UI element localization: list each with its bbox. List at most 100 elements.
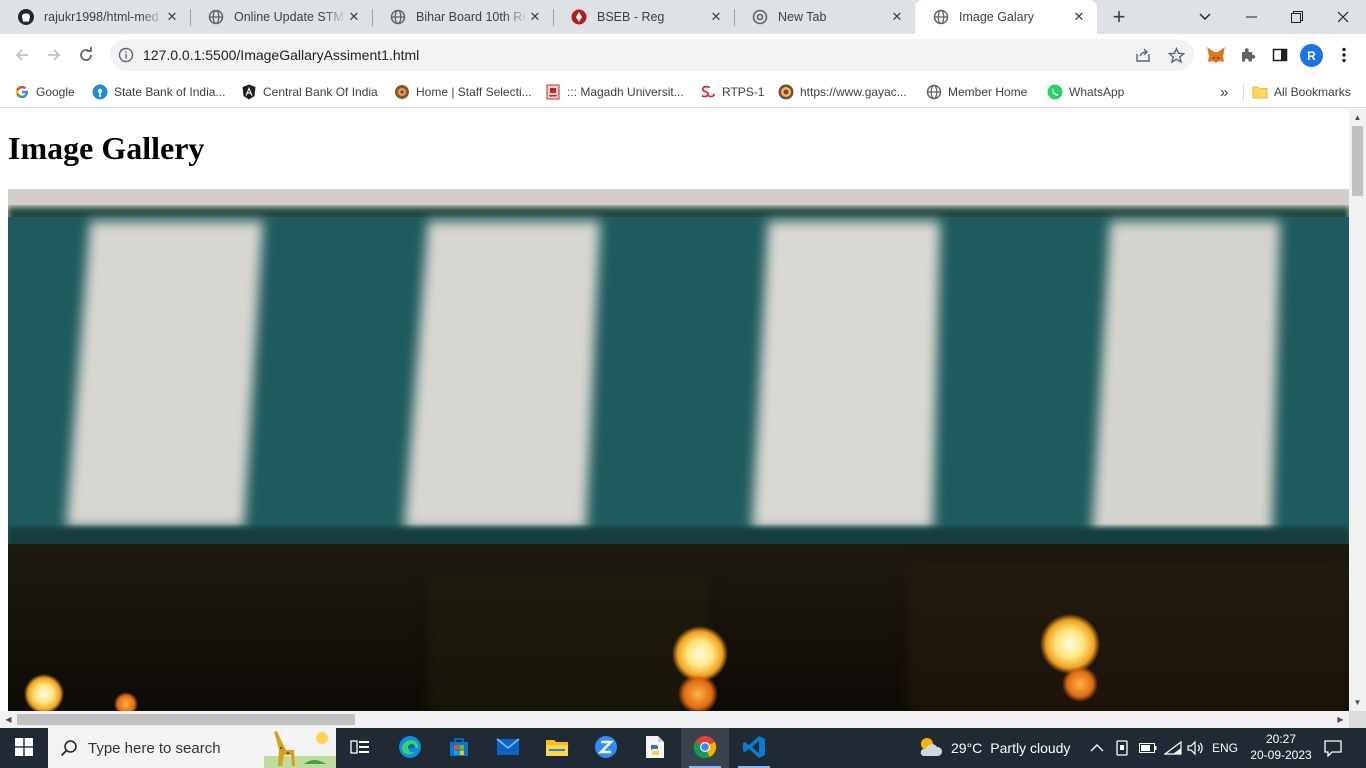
- close-window-button[interactable]: [1320, 0, 1366, 34]
- scroll-down-arrow-icon[interactable]: ▼: [1349, 694, 1366, 711]
- bookmark-label: Home | Staff Selecti...: [416, 85, 532, 99]
- all-bookmarks-folder[interactable]: All Bookmarks: [1252, 82, 1351, 102]
- globe-icon: [933, 9, 949, 25]
- menu-kebab-icon[interactable]: [1334, 45, 1354, 65]
- side-panel-icon[interactable]: [1270, 45, 1290, 65]
- restore-button[interactable]: [1274, 0, 1320, 34]
- info-icon[interactable]: [118, 47, 134, 63]
- chrome-icon: [693, 735, 717, 762]
- bookmark-ssc[interactable]: Home | Staff Selecti...: [394, 82, 532, 102]
- bookmark-central-bank[interactable]: Central Bank Of India: [241, 82, 378, 102]
- tab-online-update[interactable]: Online Update STM - ✕: [190, 0, 372, 34]
- notification-center-button[interactable]: [1324, 728, 1342, 768]
- bookmark-rtps[interactable]: RTPS-1: [700, 82, 764, 102]
- bookmark-member-home[interactable]: Member Home: [926, 82, 1027, 102]
- bookmarks-bar: Google State Bank of India... Central Ba…: [0, 76, 1366, 108]
- vertical-scroll-thumb[interactable]: [1352, 126, 1363, 196]
- gaya-icon: [778, 84, 794, 100]
- tab-image-galary[interactable]: Image Galary ✕: [915, 0, 1097, 34]
- taskbar-chrome[interactable]: [681, 728, 729, 768]
- scroll-up-arrow-icon[interactable]: ▲: [1349, 109, 1366, 126]
- close-icon[interactable]: ✕: [346, 9, 362, 25]
- tab-bihar-board[interactable]: Bihar Board 10th Reg ✕: [372, 0, 553, 34]
- folder-icon: [545, 737, 569, 760]
- input-language-indicator[interactable]: ENG: [1212, 728, 1238, 768]
- taskbar-vscode[interactable]: [730, 728, 778, 768]
- taskbar-edge[interactable]: [386, 728, 434, 768]
- bookmark-whatsapp[interactable]: WhatsApp: [1047, 82, 1124, 102]
- weather-widget[interactable]: 29°C Partly cloudy: [917, 728, 1070, 768]
- bookmark-google[interactable]: Google: [14, 82, 75, 102]
- bookmark-label: WhatsApp: [1069, 85, 1125, 99]
- clock-time: 20:27: [1265, 732, 1297, 746]
- scroll-right-arrow-icon[interactable]: ▶: [1332, 711, 1349, 728]
- google-icon: [14, 84, 30, 100]
- bookmark-label: Google: [36, 85, 75, 99]
- clock-date: 20-09-2023: [1250, 748, 1312, 762]
- meet-now-icon[interactable]: [1115, 728, 1129, 768]
- all-bookmarks-label: All Bookmarks: [1274, 85, 1351, 99]
- search-icon: [60, 739, 78, 760]
- chrome-icon: [752, 9, 768, 25]
- horizontal-scrollbar[interactable]: ◀ ▶: [0, 711, 1349, 728]
- taskbar-search-box[interactable]: Type here to search: [48, 728, 336, 768]
- close-icon[interactable]: ✕: [889, 9, 905, 25]
- search-highlight-giraffe-icon: [264, 728, 336, 768]
- bookmark-label: Member Home: [948, 85, 1028, 99]
- bseb-logo-icon: [571, 9, 587, 25]
- page-title: Image Gallery: [8, 130, 205, 166]
- close-icon[interactable]: ✕: [1071, 9, 1087, 25]
- volume-icon[interactable]: [1187, 728, 1205, 768]
- start-button[interactable]: [0, 728, 48, 768]
- folder-icon: [1252, 84, 1268, 100]
- show-hidden-icons-button[interactable]: [1090, 728, 1104, 768]
- reload-button[interactable]: [72, 41, 100, 69]
- vscode-icon: [742, 735, 766, 762]
- tab-title: Online Update STM -: [234, 10, 346, 24]
- horizontal-scroll-thumb[interactable]: [17, 714, 355, 725]
- bookmark-star-icon[interactable]: [1167, 46, 1185, 64]
- tab-new-tab[interactable]: New Tab ✕: [734, 0, 915, 34]
- bookmark-magadh[interactable]: ::: Magadh Universit...: [545, 82, 684, 102]
- scroll-left-arrow-icon[interactable]: ◀: [0, 711, 17, 728]
- close-icon[interactable]: ✕: [164, 9, 180, 25]
- scroll-corner: [1349, 711, 1366, 728]
- microsoft-store-icon: [448, 736, 470, 761]
- url-text: 127.0.0.1:5500/ImageGallaryAssiment1.htm…: [143, 47, 420, 63]
- taskbar-store[interactable]: [435, 728, 483, 768]
- gallery-image-awning: [8, 189, 1349, 711]
- close-icon[interactable]: ✕: [708, 9, 724, 25]
- address-bar[interactable]: 127.0.0.1:5500/ImageGallaryAssiment1.htm…: [110, 39, 1194, 71]
- task-view-button[interactable]: [336, 728, 384, 768]
- zoom-icon: [594, 735, 618, 762]
- tab-bseb-reg[interactable]: BSEB - Reg ✕: [553, 0, 734, 34]
- windows-logo-icon: [15, 737, 33, 759]
- vertical-scrollbar[interactable]: ▲ ▼: [1349, 109, 1366, 711]
- extensions-icon[interactable]: [1238, 45, 1258, 65]
- close-icon[interactable]: ✕: [527, 9, 543, 25]
- bookmark-gaya[interactable]: https://www.gayac...: [778, 82, 907, 102]
- profile-avatar[interactable]: R: [1300, 44, 1323, 67]
- tab-title: New Tab: [778, 10, 827, 24]
- tab-github[interactable]: rajukr1998/html-med ✕: [0, 0, 190, 34]
- new-tab-button[interactable]: +: [1107, 4, 1131, 29]
- bookmarks-overflow-button[interactable]: »: [1220, 82, 1228, 102]
- battery-icon[interactable]: [1139, 728, 1157, 768]
- bookmark-label: State Bank of India...: [114, 85, 226, 99]
- minimize-button[interactable]: [1228, 0, 1274, 34]
- bookmark-sbi[interactable]: State Bank of India...: [92, 82, 225, 102]
- metamask-extension-icon[interactable]: [1206, 45, 1226, 65]
- taskbar-zoom[interactable]: [582, 728, 630, 768]
- mail-icon: [496, 737, 520, 759]
- tab-search-button[interactable]: [1182, 0, 1228, 34]
- partly-cloudy-icon: [917, 736, 943, 761]
- forward-button[interactable]: [40, 41, 68, 69]
- taskbar-file-explorer[interactable]: [533, 728, 581, 768]
- share-icon[interactable]: [1134, 46, 1152, 64]
- wifi-icon[interactable]: [1164, 728, 1182, 768]
- back-button[interactable]: [8, 41, 36, 69]
- python-file-icon: [644, 735, 666, 762]
- taskbar-python[interactable]: [631, 728, 679, 768]
- taskbar-mail[interactable]: [484, 728, 532, 768]
- taskbar-clock[interactable]: 20:27 20-09-2023: [1248, 731, 1314, 763]
